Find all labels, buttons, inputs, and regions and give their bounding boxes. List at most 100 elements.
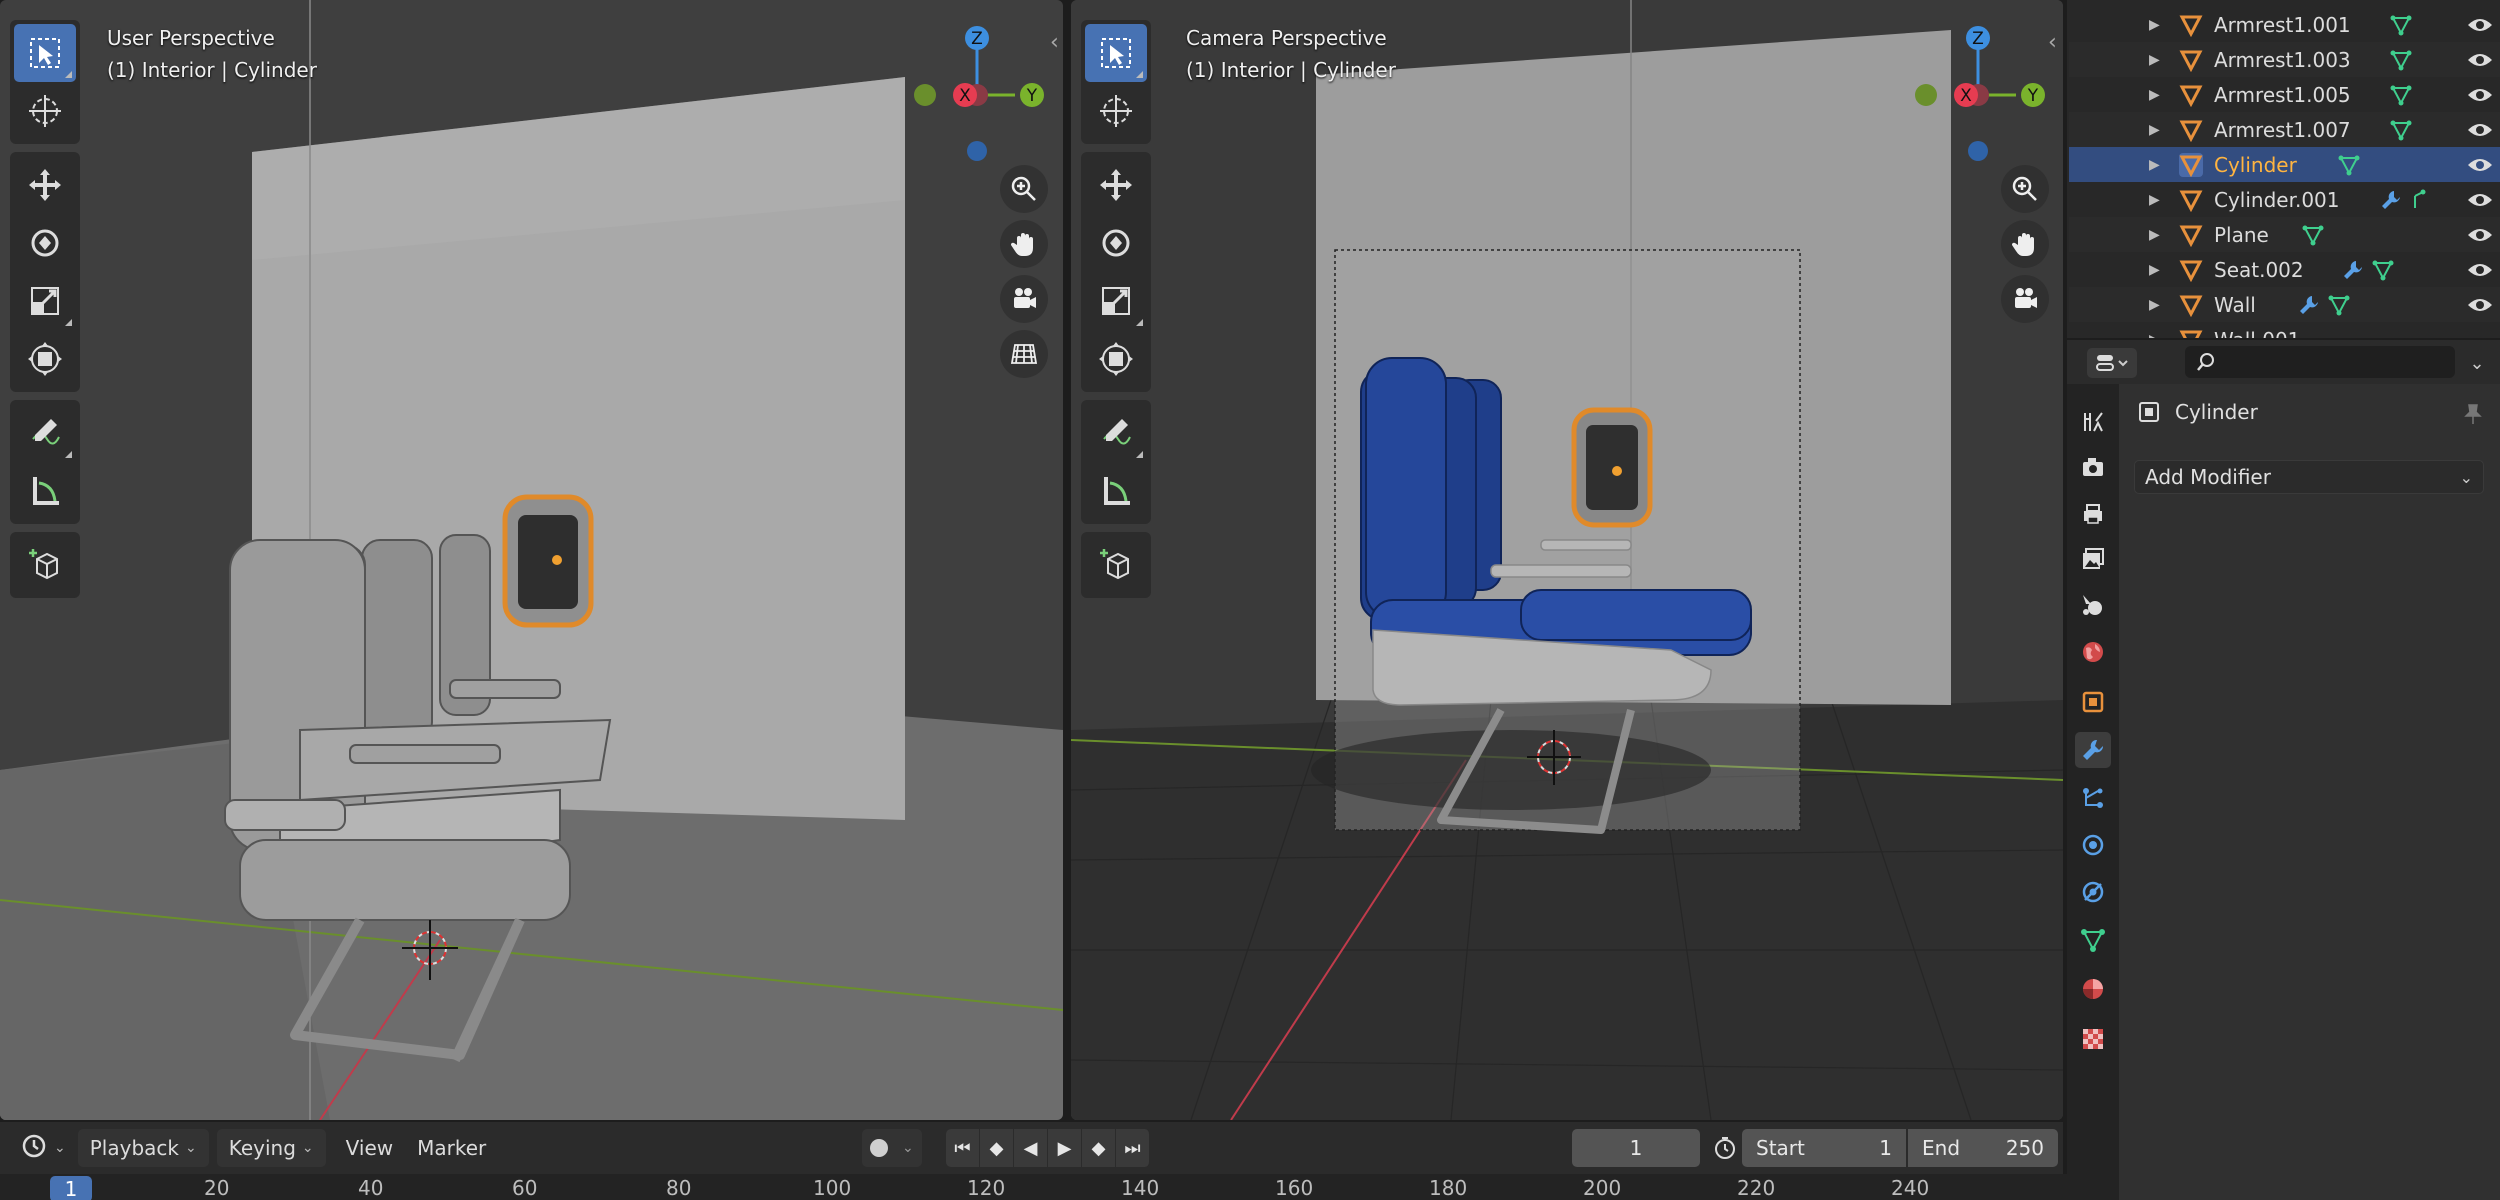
expand-arrow-icon[interactable]: ▶ [2149, 122, 2160, 138]
tab-render[interactable] [2075, 449, 2111, 485]
mesh-data-icon[interactable] [2327, 293, 2351, 317]
gizmo-y-axis-right[interactable]: Y [2021, 82, 2061, 112]
expand-arrow-icon[interactable]: ▶ [2149, 262, 2160, 278]
annotate-tool-button[interactable] [14, 404, 76, 462]
tab-tool[interactable] [2075, 404, 2111, 440]
camera-view-button[interactable] [1000, 275, 1048, 323]
measure-tool-button[interactable] [14, 462, 76, 520]
eye-icon[interactable] [2467, 86, 2493, 104]
outliner-item-cylinder[interactable]: ▶ Cylinder [2069, 147, 2500, 182]
current-frame-indicator[interactable]: 1 [50, 1176, 92, 1200]
outliner-panel[interactable]: ▶ Armrest1.001 ▶ Armrest1.003 ▶ Armrest1… [2067, 0, 2500, 338]
tab-scene[interactable] [2075, 587, 2111, 623]
eye-icon[interactable] [2467, 51, 2493, 69]
add-cube-tool-button[interactable] [1085, 536, 1147, 594]
play-reverse-button[interactable]: ◀ [1014, 1129, 1048, 1167]
zoom-button[interactable] [1000, 165, 1048, 213]
transform-tool-button[interactable] [1085, 330, 1147, 388]
view-menu[interactable]: View [334, 1129, 405, 1167]
eye-icon[interactable] [2467, 121, 2493, 139]
expand-arrow-icon[interactable]: ▶ [2149, 297, 2160, 313]
select-tool-button[interactable] [14, 24, 76, 82]
outliner-item-wall[interactable]: ▶ Wall [2069, 287, 2500, 322]
scale-tool-button[interactable] [1085, 272, 1147, 330]
outliner-item-armrest1-007[interactable]: ▶ Armrest1.007 [2069, 112, 2500, 147]
tab-object[interactable] [2075, 684, 2111, 720]
outliner-item-armrest1-005[interactable]: ▶ Armrest1.005 [2069, 77, 2500, 112]
eye-icon[interactable] [2467, 191, 2493, 209]
expand-arrow-icon[interactable]: ▶ [2149, 87, 2160, 103]
outliner-item-seat-002[interactable]: ▶ Seat.002 [2069, 252, 2500, 287]
eye-icon[interactable] [2467, 16, 2493, 34]
eye-icon[interactable] [2467, 296, 2493, 314]
end-frame-field[interactable]: End 250 [1908, 1129, 2058, 1167]
expand-arrow-icon[interactable]: ▶ [2149, 332, 2160, 339]
tab-physics[interactable] [2075, 827, 2111, 863]
mesh-data-icon[interactable] [2371, 258, 2395, 282]
rotate-tool-button[interactable] [14, 214, 76, 272]
jump-start-button[interactable]: ⏮ [946, 1129, 980, 1167]
outliner-item-armrest1-001[interactable]: ▶ Armrest1.001 [2069, 7, 2500, 42]
mesh-data-icon[interactable] [2389, 83, 2413, 107]
mesh-data-icon[interactable] [2389, 118, 2413, 142]
gizmo-y-axis-left[interactable]: Y [1020, 82, 1060, 112]
pan-button[interactable] [2001, 220, 2049, 268]
outliner-item-cylinder-001[interactable]: ▶ Cylinder.001 [2069, 182, 2500, 217]
add-cube-tool-button[interactable] [14, 536, 76, 594]
tab-output[interactable] [2075, 496, 2111, 532]
expand-arrow-icon[interactable]: ▶ [2149, 157, 2160, 173]
mesh-data-icon[interactable] [2301, 223, 2325, 247]
properties-search-input[interactable] [2185, 346, 2455, 378]
start-frame-field[interactable]: Start 1 [1742, 1129, 1906, 1167]
annotate-tool-button[interactable] [1085, 404, 1147, 462]
ortho-toggle-button[interactable] [1000, 330, 1048, 378]
tab-particles[interactable] [2075, 780, 2111, 816]
wrench-icon[interactable] [2379, 188, 2403, 212]
vertex-group-icon[interactable] [2409, 188, 2429, 212]
scale-tool-button[interactable] [14, 272, 76, 330]
options-dropdown[interactable]: ⌄ [2462, 348, 2492, 378]
expand-arrow-icon[interactable]: ▶ [2149, 227, 2160, 243]
playback-menu[interactable]: Playback ⌄ [77, 1129, 209, 1167]
transform-tool-button[interactable] [14, 330, 76, 388]
current-frame-field[interactable]: 1 [1572, 1129, 1700, 1167]
outliner-item-armrest1-003[interactable]: ▶ Armrest1.003 [2069, 42, 2500, 77]
pin-icon[interactable] [2461, 402, 2485, 426]
add-modifier-button[interactable]: Add Modifier ⌄ [2134, 460, 2484, 494]
play-button[interactable]: ▶ [1048, 1129, 1082, 1167]
navigation-gizmo-right[interactable]: X Z [1906, 18, 2016, 168]
marker-menu[interactable]: Marker [405, 1129, 498, 1167]
select-tool-button[interactable] [1085, 24, 1147, 82]
mesh-data-icon[interactable] [2337, 153, 2361, 177]
wrench-icon[interactable] [2297, 293, 2321, 317]
tab-modifiers[interactable] [2075, 732, 2111, 768]
stopwatch-icon[interactable] [1712, 1135, 1738, 1166]
outliner-item-wall-001[interactable]: ▶ Wall.001 [2069, 322, 2500, 338]
camera-view-button[interactable] [2001, 275, 2049, 323]
tab-texture[interactable] [2075, 1021, 2111, 1057]
chevron-down-icon[interactable]: ⌄ [902, 1140, 914, 1156]
pan-button[interactable] [1000, 220, 1048, 268]
cursor-tool-button[interactable] [14, 82, 76, 140]
mesh-data-icon[interactable] [2389, 48, 2413, 72]
tab-world[interactable] [2075, 634, 2111, 670]
tab-view-layer[interactable] [2075, 541, 2111, 577]
zoom-button[interactable] [2001, 165, 2049, 213]
prev-keyframe-button[interactable]: ◆ [980, 1129, 1014, 1167]
expand-arrow-icon[interactable]: ▶ [2149, 17, 2160, 33]
chevron-left-icon[interactable]: ‹ [1050, 30, 1059, 55]
move-tool-button[interactable] [1085, 156, 1147, 214]
expand-arrow-icon[interactable]: ▶ [2149, 52, 2160, 68]
jump-end-button[interactable]: ⏭ [1116, 1129, 1150, 1167]
editor-type-button[interactable]: ⌄ [8, 1129, 78, 1167]
eye-icon[interactable] [2467, 156, 2493, 174]
mesh-data-icon[interactable] [2389, 13, 2413, 37]
chevron-left-icon[interactable]: ‹ [2048, 30, 2057, 55]
wrench-icon[interactable] [2341, 258, 2365, 282]
move-tool-button[interactable] [14, 156, 76, 214]
viewport-camera-perspective[interactable]: Camera Perspective (1) Interior | Cylind… [1071, 0, 2063, 1120]
timeline-ruler[interactable]: 1 20 40 60 80 100 120 140 160 180 200 22… [0, 1174, 2120, 1200]
expand-arrow-icon[interactable]: ▶ [2149, 192, 2160, 208]
outliner-item-plane[interactable]: ▶ Plane [2069, 217, 2500, 252]
measure-tool-button[interactable] [1085, 462, 1147, 520]
